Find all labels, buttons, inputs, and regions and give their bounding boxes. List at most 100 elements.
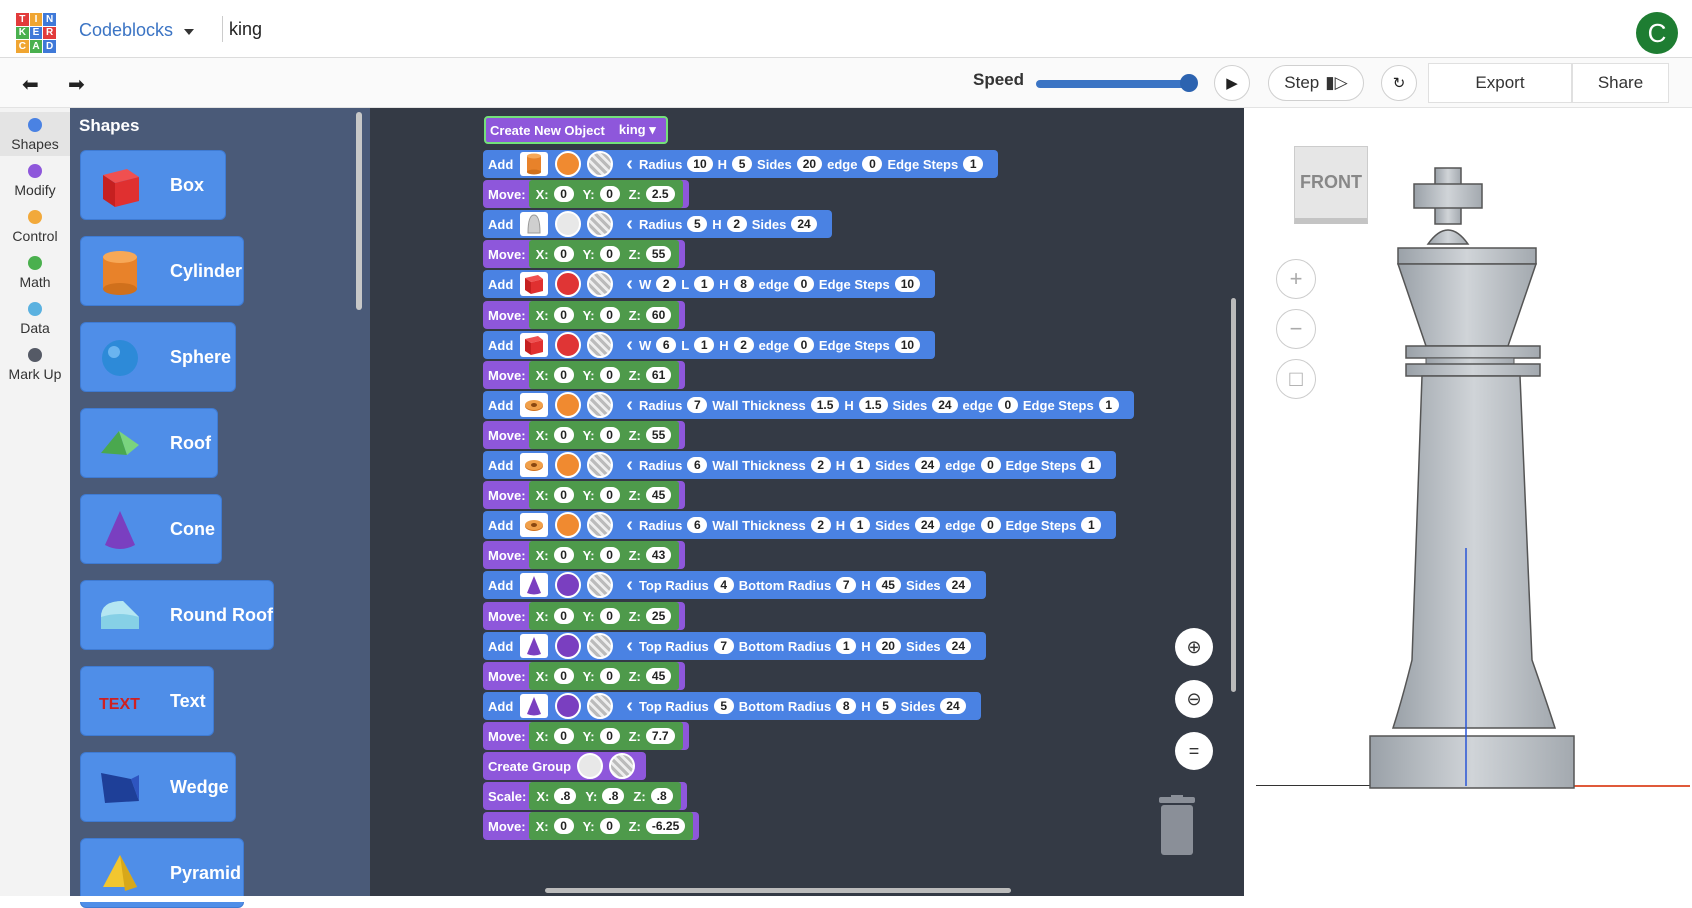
zoom-out-icon[interactable]: −: [1276, 309, 1316, 349]
shape-block-cylinder[interactable]: Cylinder: [80, 236, 244, 306]
color-swatch[interactable]: [555, 392, 582, 418]
param-value[interactable]: 1: [850, 457, 871, 473]
param-value[interactable]: 24: [945, 638, 972, 654]
scale-block[interactable]: Scale: X: .8 Y: .8 Z: .8: [483, 782, 687, 810]
collapse-chevron-icon[interactable]: ‹: [626, 635, 633, 658]
color-swatch[interactable]: [555, 512, 582, 538]
workspace-vertical-scrollbar[interactable]: [1231, 298, 1236, 692]
x-value[interactable]: 0: [553, 307, 574, 323]
z-value[interactable]: 25: [645, 608, 672, 624]
shape-block-box[interactable]: Box: [80, 150, 226, 220]
collapse-chevron-icon[interactable]: ‹: [626, 334, 633, 357]
z-value[interactable]: 45: [645, 668, 672, 684]
param-value[interactable]: 1.5: [858, 397, 888, 413]
param-value[interactable]: 7: [836, 577, 857, 593]
shape-block-roof[interactable]: Roof: [80, 408, 218, 478]
add-shape-block[interactable]: Add ‹ Radius 10 H 5 Sides 20 edge 0 Edge Steps 1: [483, 150, 999, 178]
project-name-field[interactable]: king: [229, 19, 262, 40]
color-swatch[interactable]: [555, 271, 582, 297]
param-value[interactable]: 6: [656, 337, 677, 353]
y-value[interactable]: 0: [599, 367, 620, 383]
hole-toggle[interactable]: [587, 271, 614, 297]
hole-toggle[interactable]: [587, 452, 614, 478]
move-block[interactable]: Move: X: 0 Y: 0 Z: 61: [483, 361, 686, 389]
z-value[interactable]: .8: [650, 788, 673, 804]
move-block[interactable]: Move: X: 0 Y: 0 Z: 55: [483, 240, 686, 268]
category-math[interactable]: Math: [0, 250, 70, 294]
shape-block-text[interactable]: TEXT Text: [80, 666, 214, 736]
share-button[interactable]: Share: [1572, 63, 1669, 103]
x-value[interactable]: 0: [553, 668, 574, 684]
z-value[interactable]: 45: [645, 487, 672, 503]
undo-icon[interactable]: ⬅︎: [22, 72, 39, 97]
param-value[interactable]: 6: [687, 457, 708, 473]
param-value[interactable]: 24: [914, 517, 941, 533]
add-shape-block[interactable]: Add ‹ Radius 5 H 2 Sides 24: [483, 210, 832, 238]
param-value[interactable]: 2: [726, 216, 747, 232]
y-value[interactable]: 0: [599, 668, 620, 684]
box-icon[interactable]: [520, 272, 549, 296]
box-icon[interactable]: [520, 333, 549, 357]
z-value[interactable]: 55: [645, 427, 672, 443]
param-value[interactable]: 2: [810, 517, 831, 533]
flyout-scrollbar[interactable]: [356, 112, 362, 310]
step-button[interactable]: Step ▮▷: [1268, 65, 1364, 101]
hole-toggle[interactable]: [587, 572, 614, 598]
category-shapes[interactable]: Shapes: [0, 112, 70, 156]
z-value[interactable]: 55: [645, 246, 672, 262]
color-swatch[interactable]: [555, 151, 582, 177]
x-value[interactable]: 0: [553, 186, 574, 202]
param-value[interactable]: 10: [687, 156, 713, 172]
view-cube[interactable]: FRONT: [1294, 146, 1368, 224]
param-value[interactable]: 24: [791, 216, 817, 232]
param-value[interactable]: 0: [997, 397, 1018, 413]
add-shape-block[interactable]: Add ‹ W 2 L 1 H 8 edge 0 Edge Steps 10: [483, 270, 936, 298]
param-value[interactable]: 5: [732, 156, 753, 172]
add-shape-block[interactable]: Add ‹ Top Radius 5 Bottom Radius 8 H 5 Sides 24: [483, 692, 981, 720]
hole-toggle[interactable]: [587, 512, 614, 538]
object-name-dropdown[interactable]: king ▾: [619, 122, 656, 138]
param-value[interactable]: 1: [963, 156, 984, 172]
y-value[interactable]: 0: [599, 728, 620, 744]
shape-block-round-roof[interactable]: Round Roof: [80, 580, 274, 650]
param-value[interactable]: 24: [945, 577, 972, 593]
trash-icon[interactable]: [1155, 795, 1199, 857]
hole-toggle[interactable]: [609, 753, 636, 779]
move-block[interactable]: Move: X: 0 Y: 0 Z: 7.7: [483, 722, 689, 750]
param-value[interactable]: 2: [733, 337, 754, 353]
x-value[interactable]: .8: [554, 788, 577, 804]
collapse-chevron-icon[interactable]: ‹: [626, 213, 633, 236]
collapse-chevron-icon[interactable]: ‹: [626, 574, 633, 597]
create-object-block[interactable]: Create New Object king ▾: [484, 116, 668, 144]
y-value[interactable]: 0: [599, 547, 620, 563]
x-value[interactable]: 0: [553, 608, 574, 624]
x-value[interactable]: 0: [553, 427, 574, 443]
collapse-chevron-icon[interactable]: ‹: [626, 514, 633, 537]
param-value[interactable]: 45: [875, 577, 901, 593]
reset-button[interactable]: ↻: [1381, 65, 1417, 101]
zoom-in-icon[interactable]: +: [1276, 259, 1316, 299]
zoom-in-icon[interactable]: ⊕: [1175, 628, 1213, 666]
chevron-down-icon[interactable]: [184, 29, 194, 35]
param-value[interactable]: 24: [932, 397, 958, 413]
y-value[interactable]: 0: [599, 186, 620, 202]
y-value[interactable]: 0: [599, 608, 620, 624]
param-value[interactable]: 0: [980, 517, 1001, 533]
shape-block-wedge[interactable]: Wedge: [80, 752, 236, 822]
hole-toggle[interactable]: [587, 693, 614, 719]
add-shape-block[interactable]: Add ‹ Radius 7 Wall Thickness 1.5 H 1.5 Sides 24 e…: [483, 391, 1134, 419]
param-value[interactable]: 0: [793, 337, 814, 353]
param-value[interactable]: 1: [836, 638, 857, 654]
param-value[interactable]: 24: [914, 457, 941, 473]
collapse-chevron-icon[interactable]: ‹: [626, 273, 633, 296]
category-data[interactable]: Data: [0, 296, 70, 340]
x-value[interactable]: 0: [553, 728, 574, 744]
param-value[interactable]: 1: [1081, 517, 1102, 533]
collapse-chevron-icon[interactable]: ‹: [626, 153, 633, 176]
tube-icon[interactable]: [520, 513, 549, 537]
play-button[interactable]: ▶: [1214, 65, 1250, 101]
redo-icon[interactable]: ➡︎: [68, 72, 85, 97]
color-swatch[interactable]: [555, 211, 582, 237]
move-block[interactable]: Move: X: 0 Y: 0 Z: 43: [483, 541, 686, 569]
home-view-icon[interactable]: □: [1276, 359, 1316, 399]
